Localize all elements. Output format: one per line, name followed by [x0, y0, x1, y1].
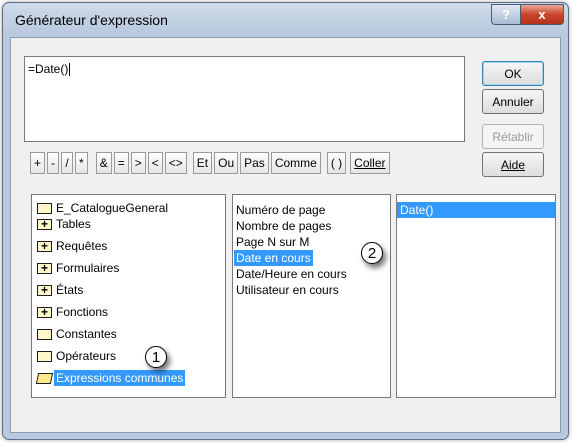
window-title: Générateur d'expression [15, 12, 168, 28]
plus-folder-icon[interactable] [37, 216, 52, 232]
operator-minus-button[interactable]: - [47, 152, 60, 174]
text-caret [69, 63, 71, 77]
operator-equals-button[interactable]: = [113, 152, 129, 174]
folder-icon [37, 350, 52, 362]
cancel-label: Annuler [492, 94, 534, 109]
title-bar[interactable]: Générateur d'expression ? x [3, 3, 568, 37]
tree-item-label: Formulaires [56, 261, 120, 275]
list-item-label: Date/Heure en cours [236, 267, 347, 281]
tree-item-operators[interactable]: Opérateurs [32, 348, 225, 364]
expression-input[interactable]: =Date() [24, 56, 465, 142]
help-title-button[interactable]: ? [491, 4, 521, 25]
expression-text: =Date() [28, 62, 69, 76]
operator-parentheses-button[interactable]: ( ) [326, 152, 347, 174]
operator-not-equal-button[interactable]: <> [164, 152, 187, 174]
list-item-label: Page N sur M [236, 235, 310, 249]
open-folder-icon [35, 372, 54, 384]
plus-folder-icon[interactable] [37, 304, 52, 320]
folder-icon [37, 328, 52, 340]
cancel-button[interactable]: Annuler [482, 89, 544, 114]
operator-multiply-button[interactable]: * [75, 152, 88, 174]
callout-marker-1: 1 [145, 346, 167, 368]
tree-item-label: États [56, 283, 84, 297]
tree-item-label: Tables [56, 217, 91, 231]
tree-item-forms[interactable]: Formulaires [32, 260, 225, 276]
objects-tree-list[interactable]: E_CatalogueGeneral Tables Requêtes Formu… [31, 194, 226, 398]
close-button[interactable]: x [520, 4, 564, 25]
tree-item-queries[interactable]: Requêtes [32, 238, 225, 254]
tree-item-label: Opérateurs [56, 349, 117, 363]
operator-concat-button[interactable]: & [95, 152, 112, 174]
paste-label: Coller [354, 156, 386, 170]
paste-button[interactable]: Coller [350, 152, 390, 174]
tree-item-constants[interactable]: Constantes [32, 326, 225, 342]
help-button[interactable]: Aide [482, 152, 544, 177]
list-item-label: Date en cours [234, 250, 313, 266]
close-icon: x [538, 7, 546, 22]
operator-greater-button[interactable]: > [130, 152, 146, 174]
operator-or-button[interactable]: Ou [214, 152, 239, 174]
tree-item-label: Constantes [56, 327, 117, 341]
list-item[interactable]: Utilisateur en cours [233, 282, 390, 298]
list-item-label: Date() [400, 203, 434, 217]
list-item-label: Nombre de pages [236, 219, 332, 233]
tree-item-label: E_CatalogueGeneral [56, 201, 169, 215]
folder-icon [37, 202, 52, 214]
list-item[interactable]: Nombre de pages [233, 218, 390, 234]
operator-and-button[interactable]: Et [192, 152, 213, 174]
list-item[interactable]: Numéro de page [233, 202, 390, 218]
tree-item-label: Expressions communes [54, 370, 186, 386]
list-item-label: Numéro de page [236, 203, 326, 217]
plus-folder-icon[interactable] [37, 282, 52, 298]
tree-item-tables[interactable]: Tables [32, 216, 225, 232]
plus-folder-icon[interactable] [37, 238, 52, 254]
operator-toolbar: + - / * & = > < <> Et Ou Pas Comme ( ) C… [30, 152, 392, 176]
tree-item-common-expressions[interactable]: Expressions communes [32, 370, 225, 386]
help-label: Aide [500, 157, 526, 172]
ok-button[interactable]: OK [482, 61, 544, 86]
operator-divide-button[interactable]: / [61, 152, 74, 174]
operator-not-button[interactable]: Pas [240, 152, 269, 174]
list-item-label: Utilisateur en cours [236, 283, 339, 297]
tree-item-label: Fonctions [56, 305, 109, 319]
tree-item-label: Requêtes [56, 239, 108, 253]
operator-like-button[interactable]: Comme [270, 152, 321, 174]
undo-label: Rétablir [492, 129, 534, 144]
list-item[interactable]: Date/Heure en cours [233, 266, 390, 282]
categories-list[interactable]: Numéro de page Nombre de pages Page N su… [232, 194, 391, 398]
tree-item-catalogue[interactable]: E_CatalogueGeneral [32, 200, 225, 216]
ok-label: OK [504, 66, 522, 81]
values-list[interactable]: Date() [396, 194, 556, 398]
question-icon: ? [502, 7, 510, 22]
callout-marker-2: 2 [361, 242, 383, 264]
list-item-selected[interactable]: Date() [397, 202, 555, 218]
plus-folder-icon[interactable] [37, 260, 52, 276]
operator-plus-button[interactable]: + [30, 152, 46, 174]
undo-button[interactable]: Rétablir [482, 124, 544, 149]
tree-item-reports[interactable]: États [32, 282, 225, 298]
operator-less-button[interactable]: < [147, 152, 163, 174]
tree-item-functions[interactable]: Fonctions [32, 304, 225, 320]
